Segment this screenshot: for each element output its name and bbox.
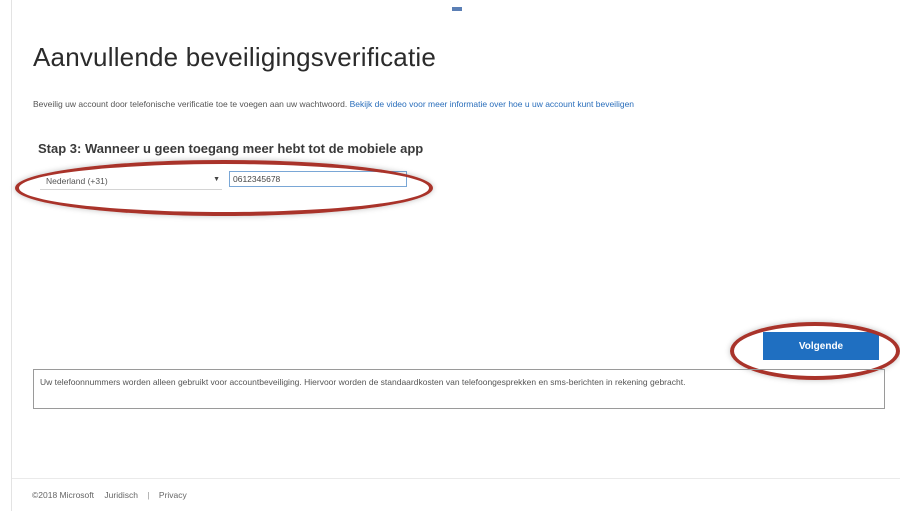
left-border	[11, 0, 12, 511]
footer-separator: |	[147, 490, 150, 500]
microsoft-logo-fragment-icon	[452, 7, 462, 11]
country-code-value: Nederland (+31)	[46, 175, 108, 186]
page-title: Aanvullende beveiligingsverificatie	[33, 42, 437, 72]
footer-privacy-link[interactable]: Privacy	[159, 490, 187, 500]
footer-divider	[12, 478, 900, 479]
privacy-notice: Uw telefoonnummers worden alleen gebruik…	[33, 369, 885, 409]
intro-description: Beveilig uw account door telefonische ve…	[33, 99, 348, 109]
footer: ©2018 Microsoft Juridisch | Privacy	[32, 490, 187, 500]
step-title: Stap 3: Wanneer u geen toegang meer hebt…	[38, 141, 424, 156]
phone-number-input[interactable]	[229, 171, 407, 187]
footer-legal-link[interactable]: Juridisch	[104, 490, 138, 500]
next-button[interactable]: Volgende	[763, 332, 879, 360]
chevron-down-icon: ▼	[213, 176, 220, 183]
footer-copyright: ©2018 Microsoft	[32, 490, 95, 500]
intro-text: Beveilig uw account door telefonische ve…	[33, 99, 634, 109]
intro-video-link[interactable]: Bekijk de video voor meer informatie ove…	[350, 99, 634, 109]
page: Aanvullende beveiligingsverificatie Beve…	[0, 0, 900, 511]
country-code-select[interactable]: Nederland (+31) ▼	[40, 172, 222, 190]
